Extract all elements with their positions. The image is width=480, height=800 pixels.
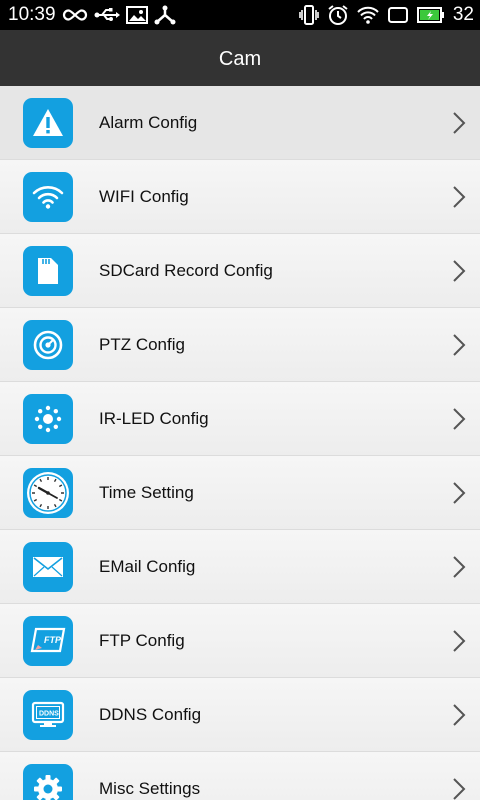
settings-menu-list: Alarm Config WIFI Config SDCard Record C… bbox=[0, 86, 480, 800]
menu-item-alarm-config[interactable]: Alarm Config bbox=[0, 86, 480, 160]
menu-item-time-setting[interactable]: Time Setting bbox=[0, 456, 480, 530]
menu-item-label: IR-LED Config bbox=[99, 409, 209, 428]
menu-item-sdcard-record-config[interactable]: SDCard Record Config bbox=[0, 234, 480, 308]
menu-item-label: Alarm Config bbox=[99, 113, 198, 132]
menu-item-label: PTZ Config bbox=[99, 335, 185, 354]
infinity-icon bbox=[62, 8, 88, 22]
title-bar: Cam bbox=[0, 30, 480, 86]
chevron-right-icon bbox=[452, 777, 466, 800]
chevron-right-icon bbox=[452, 703, 466, 727]
menu-item-ptz-config[interactable]: PTZ Config bbox=[0, 308, 480, 382]
menu-item-ir-led-config[interactable]: IR-LED Config bbox=[0, 382, 480, 456]
envelope-icon bbox=[23, 542, 73, 592]
menu-item-label: SDCard Record Config bbox=[99, 261, 273, 280]
chevron-right-icon bbox=[452, 185, 466, 209]
status-right-icons: 32 bbox=[291, 4, 474, 26]
menu-item-ftp-config[interactable]: FTP FTP Config bbox=[0, 604, 480, 678]
menu-item-label: DDNS Config bbox=[99, 705, 202, 724]
sdcard-icon bbox=[23, 246, 73, 296]
chevron-right-icon bbox=[452, 259, 466, 283]
usb-icon bbox=[94, 6, 120, 24]
menu-item-email-config[interactable]: EMail Config bbox=[0, 530, 480, 604]
vibrate-icon bbox=[299, 4, 319, 26]
menu-item-label: EMail Config bbox=[99, 557, 196, 576]
ir-led-icon bbox=[23, 394, 73, 444]
menu-item-label: WIFI Config bbox=[99, 187, 189, 206]
share-icon bbox=[154, 5, 176, 25]
chevron-right-icon bbox=[452, 555, 466, 579]
ddns-icon: DDNS bbox=[23, 690, 73, 740]
menu-item-wifi-config[interactable]: WIFI Config bbox=[0, 160, 480, 234]
chevron-right-icon bbox=[452, 333, 466, 357]
menu-item-label: Misc Settings bbox=[99, 779, 201, 798]
chevron-right-icon bbox=[452, 629, 466, 653]
screen-icon bbox=[387, 6, 409, 24]
status-left-icons bbox=[62, 5, 182, 25]
ptz-icon bbox=[23, 320, 73, 370]
page-title: Cam bbox=[218, 48, 262, 70]
status-time: 10:39 bbox=[8, 4, 56, 25]
battery-level: 32 bbox=[452, 4, 474, 25]
chevron-right-icon bbox=[452, 407, 466, 431]
menu-item-label: Time Setting bbox=[99, 483, 194, 502]
chevron-right-icon bbox=[452, 481, 466, 505]
wifi-icon bbox=[357, 5, 379, 25]
battery-icon bbox=[416, 6, 445, 24]
clock-icon bbox=[23, 468, 73, 518]
image-icon bbox=[126, 6, 148, 24]
gear-icon bbox=[23, 764, 73, 800]
warning-icon bbox=[23, 98, 73, 148]
wifi-icon bbox=[23, 172, 73, 222]
menu-item-label: FTP Config bbox=[99, 631, 185, 650]
status-bar: 10:39 32 bbox=[0, 0, 480, 30]
chevron-right-icon bbox=[452, 111, 466, 135]
menu-item-ddns-config[interactable]: DDNS DDNS Config bbox=[0, 678, 480, 752]
svg-text:FTP: FTP bbox=[44, 635, 62, 645]
svg-text:DDNS: DDNS bbox=[39, 711, 59, 718]
ftp-icon: FTP bbox=[23, 616, 73, 666]
alarm-clock-icon bbox=[327, 4, 349, 26]
menu-item-misc-settings[interactable]: Misc Settings bbox=[0, 752, 480, 800]
